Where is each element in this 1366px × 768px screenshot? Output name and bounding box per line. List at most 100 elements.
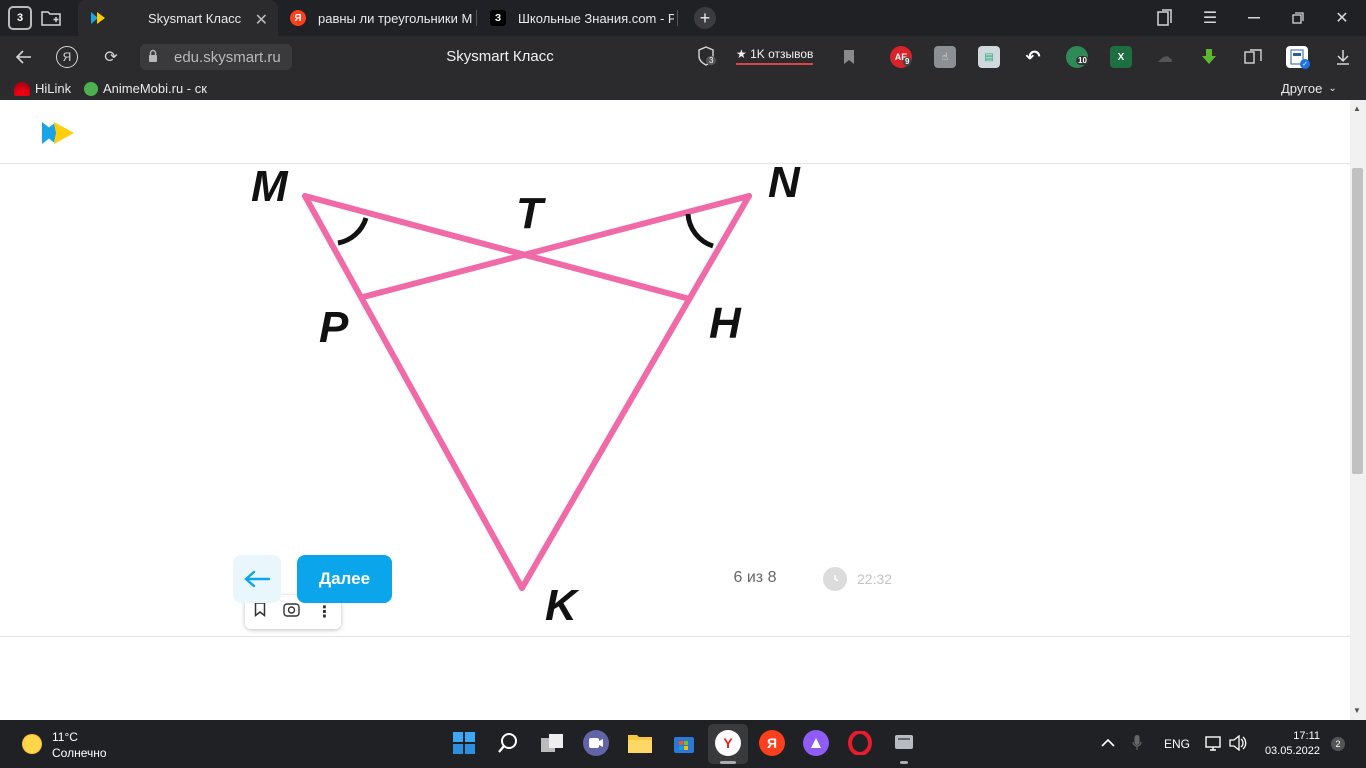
teams-chat-icon[interactable] [583, 730, 609, 756]
arrow-left-icon [244, 570, 270, 588]
shield-icon[interactable]: 3 [697, 46, 719, 68]
menu-icon[interactable]: ☰ [1200, 8, 1220, 28]
store-icon[interactable] [671, 730, 697, 756]
triangle-figure [302, 193, 752, 591]
chevron-down-icon: ⌄ [1328, 83, 1337, 94]
timer-value: 22:32 [857, 571, 893, 587]
tab-count-badge: 3 [16, 12, 24, 24]
reviews-link[interactable]: ★ 1K отзывов [736, 46, 814, 65]
label-n: N [768, 158, 800, 207]
network-icon[interactable] [1205, 735, 1223, 756]
yandex-favicon: Я [290, 10, 306, 26]
clock-icon [823, 567, 847, 591]
tab-label: равны ли треугольники М [318, 10, 473, 26]
close-tab-icon[interactable]: ✕ [255, 10, 268, 30]
close-window-icon[interactable]: ✕ [1332, 8, 1352, 28]
bookmark-hilink[interactable]: HiLink [14, 79, 71, 99]
next-button[interactable]: Далее [297, 555, 392, 603]
reload-icon[interactable]: ⟳ [100, 46, 122, 68]
profile-extension-icon[interactable]: ✓ [1286, 46, 1310, 69]
restore-icon[interactable] [1288, 8, 1308, 28]
segment-mk [302, 193, 525, 591]
downloads-icon[interactable] [1332, 46, 1354, 68]
ae-extension-icon[interactable]: AE 9 [890, 46, 912, 68]
new-folder-icon[interactable] [40, 8, 62, 28]
label-m: M [251, 162, 288, 211]
language-indicator[interactable]: ENG [1164, 737, 1190, 751]
weather-temp: 11°C [52, 730, 78, 744]
page-title: Skysmart Класс [446, 48, 554, 65]
search-icon[interactable] [495, 730, 521, 756]
bookmark-image-icon[interactable] [254, 602, 266, 622]
lens-search-icon[interactable] [282, 602, 300, 622]
angle-mark-m [337, 217, 369, 246]
reading-list-icon[interactable] [1242, 46, 1264, 68]
tab-divider [677, 10, 678, 26]
scroll-up-icon[interactable]: ▲ [1353, 104, 1361, 113]
tab-label: Skysmart Класс [148, 10, 242, 26]
shield-green-extension-icon[interactable]: 10 [1066, 46, 1089, 68]
label-p: P [319, 303, 349, 352]
segment-nk [519, 193, 752, 591]
more-options-icon[interactable]: ⋮ [317, 602, 333, 622]
opera-icon[interactable] [847, 730, 873, 756]
task-progress: 6 из 8 [733, 569, 777, 586]
back-nav-icon[interactable] [12, 46, 36, 68]
weather-widget[interactable]: 11°C Солнечно [22, 730, 132, 762]
alice-icon[interactable] [803, 730, 829, 756]
label-t: T [516, 189, 543, 238]
app-window-indicator [900, 761, 908, 764]
start-icon[interactable] [451, 730, 477, 756]
tab-divider [476, 10, 477, 26]
tab-skysmart[interactable]: Skysmart Класс ✕ [78, 0, 278, 36]
collections-icon[interactable] [1155, 8, 1175, 28]
segment-mh [302, 193, 689, 301]
lesson-footer [0, 636, 1350, 720]
tab-yandex-search[interactable]: Я равны ли треугольники М [278, 0, 476, 36]
clock-date[interactable]: 03.05.2022 [1250, 745, 1320, 757]
minimize-icon[interactable] [1244, 8, 1264, 28]
task-view-icon[interactable] [539, 730, 565, 756]
new-tab-button[interactable]: + [694, 7, 716, 29]
previous-button[interactable] [233, 555, 281, 603]
clock-time[interactable]: 17:11 [1260, 730, 1320, 742]
timer: 22:32 [823, 567, 892, 591]
excel-extension-icon[interactable]: X [1110, 46, 1132, 68]
touch-extension-icon[interactable]: ☝ [934, 46, 956, 68]
tab-znania[interactable]: З Школьные Знания.com - Р [478, 0, 676, 36]
download-green-icon[interactable] [1198, 46, 1220, 68]
angle-mark-n [685, 213, 714, 249]
url-field[interactable]: edu.skysmart.ru [140, 44, 292, 70]
label-k: K [545, 581, 577, 630]
yandex-browser-icon[interactable]: Y [715, 730, 741, 756]
volume-icon[interactable] [1229, 734, 1247, 756]
bookmark-animemobi[interactable]: AnimeMobi.ru - ск [84, 79, 209, 99]
huawei-icon [14, 82, 30, 96]
tab-label: Школьные Знания.com - Р [518, 10, 674, 26]
file-explorer-icon[interactable] [627, 730, 653, 756]
znania-favicon: З [490, 10, 506, 26]
animemobi-icon [84, 82, 98, 96]
chevron-up-icon[interactable] [1101, 735, 1115, 753]
bookmarks-other[interactable]: Другое ⌄ [1281, 79, 1337, 99]
check-badge-icon: ✓ [1300, 59, 1310, 69]
undo-extension-icon[interactable]: ↶ [1022, 46, 1044, 68]
label-h: H [709, 299, 741, 348]
yandex-app-icon[interactable]: Я [759, 730, 785, 756]
sun-icon [22, 734, 42, 754]
scroll-down-icon[interactable]: ▼ [1353, 706, 1361, 715]
segment-np [360, 193, 752, 300]
page-content: M N T P H K ⋮ [0, 100, 1350, 720]
skysmart-favicon [90, 10, 106, 26]
reader-extension-icon[interactable]: ▤ [978, 46, 1000, 68]
cloud-icon[interactable]: ☁ [1154, 46, 1176, 68]
bookmark-icon[interactable] [838, 46, 860, 68]
tab-counter-button[interactable]: 3 [8, 6, 32, 30]
app-window-icon[interactable] [891, 730, 917, 756]
active-app-indicator [720, 761, 736, 764]
microphone-icon[interactable] [1132, 735, 1142, 756]
scrollbar-thumb[interactable] [1352, 168, 1363, 474]
notification-badge[interactable]: 2 [1331, 737, 1345, 751]
url-text: edu.skysmart.ru [174, 48, 281, 66]
yandex-home-icon[interactable]: Я [56, 46, 78, 68]
